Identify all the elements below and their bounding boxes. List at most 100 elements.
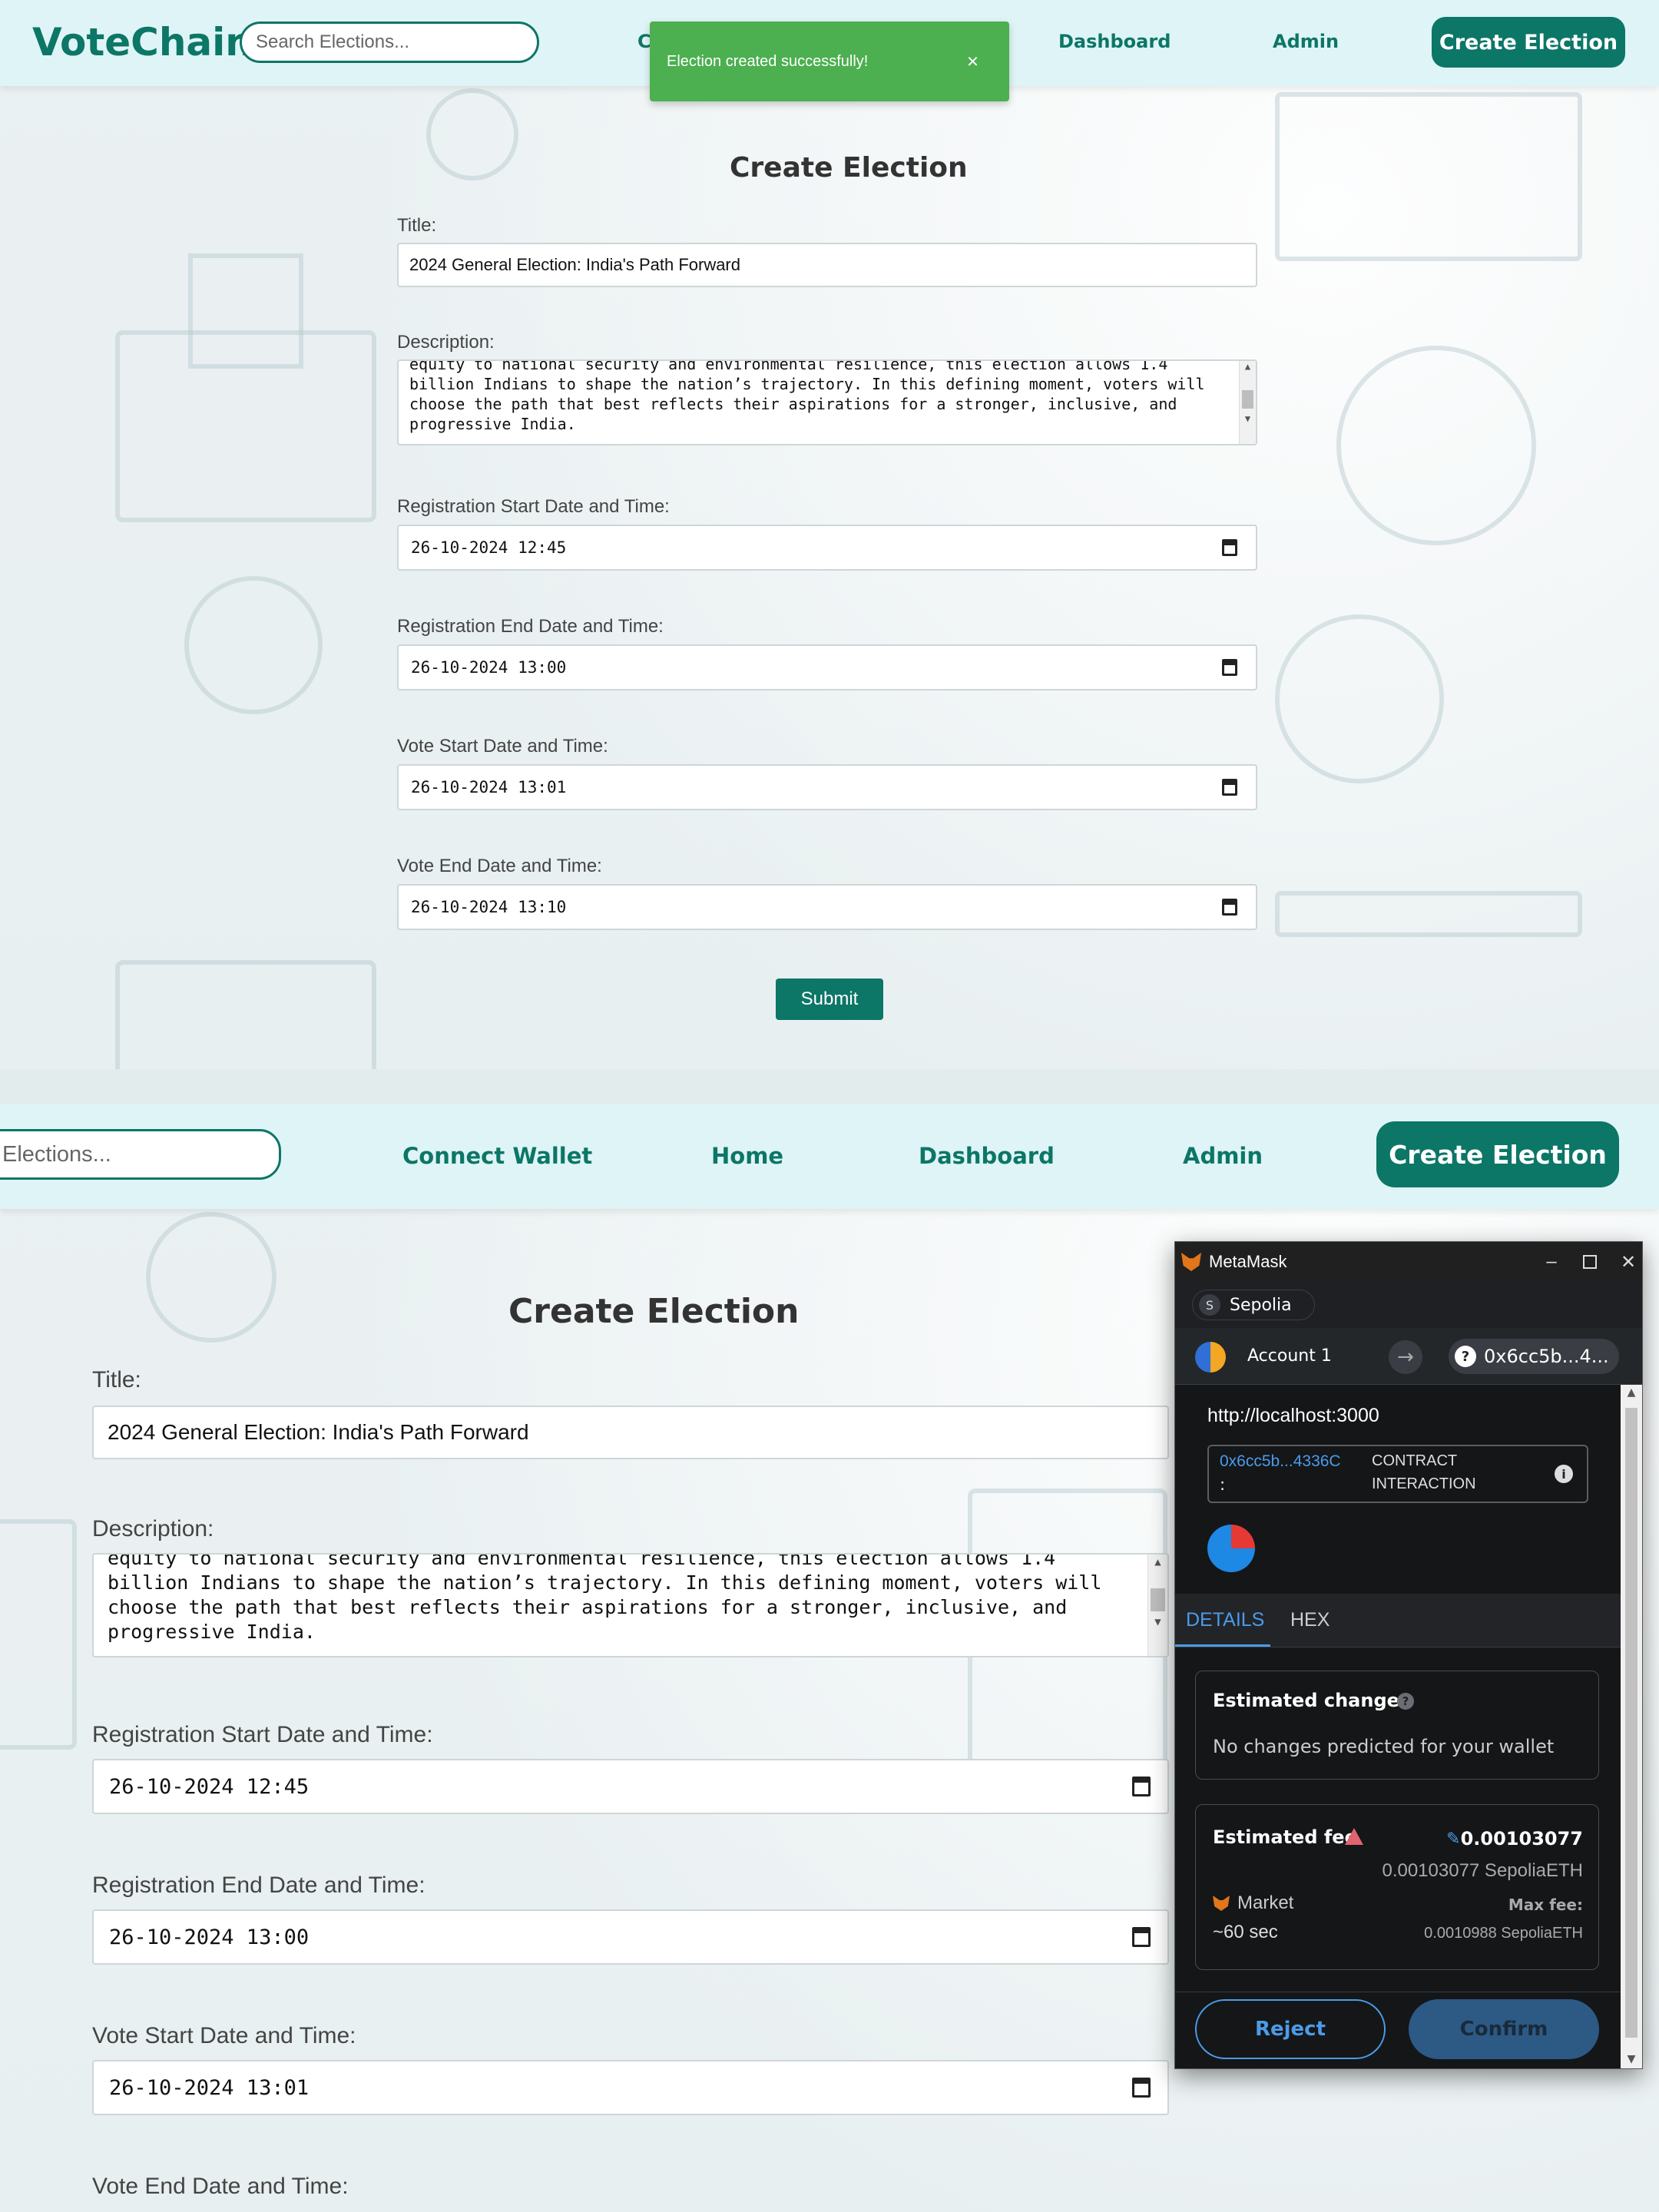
person-illustration: [426, 88, 518, 180]
vote-start-label: Vote Start Date and Time:: [92, 2023, 356, 2048]
description-line: equity to national security and environm…: [409, 359, 1168, 373]
brand-logo[interactable]: VoteChain: [32, 20, 253, 65]
close-icon[interactable]: ✕: [1613, 1248, 1642, 1276]
vote-start-input[interactable]: 26-10-2024 13:01: [397, 764, 1257, 810]
vote-end-input[interactable]: 26-10-2024 13:10: [397, 884, 1257, 930]
description-line: progressive India.: [108, 1621, 316, 1643]
tab-bar: DETAILS HEX: [1175, 1594, 1622, 1647]
tab-details[interactable]: DETAILS: [1186, 1609, 1264, 1631]
create-election-button[interactable]: Create Election: [1432, 17, 1625, 68]
recipient-pill[interactable]: ? 0x6cc5b...4...: [1449, 1339, 1619, 1374]
calendar-icon[interactable]: [1132, 2078, 1151, 2098]
account-avatar-icon: [1195, 1342, 1226, 1373]
nav-admin[interactable]: Admin: [1273, 31, 1339, 52]
scroll-thumb[interactable]: [1151, 1588, 1165, 1611]
question-icon: ?: [1455, 1346, 1476, 1367]
market-fox-icon: [1213, 1896, 1230, 1911]
market-label: Market: [1237, 1892, 1294, 1913]
fee-value: 0.00103077: [1460, 1828, 1583, 1849]
description-line: billion Indians to shape the nation’s tr…: [409, 375, 1205, 393]
scroll-thumb[interactable]: [1242, 390, 1253, 409]
info-icon[interactable]: i: [1555, 1465, 1573, 1483]
help-icon[interactable]: ?: [1397, 1693, 1414, 1710]
account-name[interactable]: Account 1: [1247, 1346, 1332, 1366]
calendar-icon[interactable]: [1222, 779, 1237, 796]
description-line: progressive India.: [409, 415, 576, 433]
contract-box: 0x6cc5b...4336C : CONTRACT INTERACTION i: [1207, 1445, 1588, 1503]
arrow-right-icon: →: [1389, 1340, 1422, 1374]
description-line: billion Indians to shape the nation’s tr…: [108, 1571, 1102, 1594]
description-textarea[interactable]: equity to national security and environm…: [92, 1553, 1169, 1657]
scroll-thumb[interactable]: [1625, 1408, 1637, 2038]
laptop-illustration: [1275, 92, 1582, 261]
calendar-icon[interactable]: [1222, 659, 1237, 676]
nav-home[interactable]: Home: [711, 1143, 783, 1169]
reg-start-input[interactable]: 26-10-2024 12:45: [92, 1759, 1169, 1814]
submit-button[interactable]: Submit: [776, 979, 883, 1020]
window-title: MetaMask: [1209, 1252, 1287, 1271]
ballot-paper-illustration: [188, 253, 303, 369]
reg-start-input[interactable]: 26-10-2024 12:45: [397, 525, 1257, 571]
nav-connect-wallet[interactable]: Connect Wallet: [402, 1143, 592, 1169]
vote-start-input[interactable]: 26-10-2024 13:01: [92, 2060, 1169, 2115]
reject-button[interactable]: Reject: [1195, 1999, 1386, 2059]
fingerprint-illustration: [1336, 346, 1536, 545]
laptop-illustration-lower: [1275, 891, 1582, 937]
minimize-icon[interactable]: –: [1536, 1248, 1567, 1276]
form-heading: Create Election: [730, 152, 968, 184]
scroll-up-icon[interactable]: ▲: [1240, 361, 1256, 372]
scroll-down-icon[interactable]: ▼: [1240, 413, 1256, 424]
scroll-up-icon[interactable]: ▲: [1148, 1556, 1167, 1568]
metamask-content: http://localhost:3000 0x6cc5b...4336C : …: [1175, 1385, 1622, 2068]
recipient-address: 0x6cc5b...4...: [1484, 1346, 1609, 1367]
scroll-up-icon[interactable]: ▲: [1621, 1386, 1642, 1399]
vote-end-value: 26-10-2024 13:10: [411, 898, 567, 916]
search-placeholder: Elections...: [2, 1141, 111, 1167]
confirm-button[interactable]: Confirm: [1409, 1999, 1599, 2059]
search-input[interactable]: Search Elections...: [240, 22, 539, 63]
reg-end-input[interactable]: 26-10-2024 13:00: [92, 1909, 1169, 1965]
screenshot-divider: [0, 1069, 1659, 1104]
edit-gas-icon[interactable]: ✎: [1446, 1830, 1460, 1849]
nav-dashboard[interactable]: Dashboard: [919, 1143, 1055, 1169]
vote-end-label: Vote End Date and Time:: [397, 856, 602, 876]
success-toast: Election created successfully! ×: [650, 22, 1009, 101]
network-selector[interactable]: S Sepolia: [1192, 1290, 1315, 1320]
toast-close-icon[interactable]: ×: [967, 50, 979, 74]
metamask-fox-icon: [1181, 1253, 1201, 1271]
description-scrollbar[interactable]: ▲ ▼: [1147, 1555, 1167, 1656]
ballot-box-illustration: [0, 1519, 77, 1750]
estimated-changes-text: No changes predicted for your wallet: [1213, 1736, 1555, 1757]
vote-start-value: 26-10-2024 13:01: [411, 778, 567, 796]
description-label: Description:: [397, 332, 495, 353]
calendar-icon[interactable]: [1222, 539, 1237, 556]
reg-end-input[interactable]: 26-10-2024 13:00: [397, 644, 1257, 690]
title-input[interactable]: 2024 General Election: India's Path Forw…: [397, 243, 1257, 287]
maximize-icon[interactable]: [1575, 1248, 1605, 1276]
search-input[interactable]: Elections...: [0, 1129, 281, 1180]
person-illustration: [146, 1212, 276, 1343]
description-scrollbar[interactable]: ▲ ▼: [1239, 361, 1256, 444]
nav-admin[interactable]: Admin: [1183, 1143, 1263, 1169]
reg-end-label: Registration End Date and Time:: [397, 616, 664, 637]
account-bar: Account 1 → ? 0x6cc5b...4...: [1175, 1328, 1642, 1385]
contract-address[interactable]: 0x6cc5b...4336C: [1220, 1452, 1341, 1471]
title-label: Title:: [92, 1367, 141, 1392]
metamask-scrollbar[interactable]: ▲ ▼: [1621, 1385, 1642, 2068]
reg-end-value: 26-10-2024 13:00: [411, 658, 567, 677]
calendar-icon[interactable]: [1132, 1927, 1151, 1947]
description-textarea[interactable]: equity to national security and environm…: [397, 359, 1257, 445]
form-heading: Create Election: [508, 1292, 800, 1331]
scroll-down-icon[interactable]: ▼: [1621, 2053, 1642, 2065]
nav-connect-wallet-partial[interactable]: C: [637, 31, 651, 52]
tab-hex[interactable]: HEX: [1290, 1609, 1330, 1631]
scroll-down-icon[interactable]: ▼: [1148, 1616, 1167, 1628]
calendar-icon[interactable]: [1222, 899, 1237, 916]
calendar-icon[interactable]: [1132, 1777, 1151, 1796]
reg-start-label: Registration Start Date and Time:: [92, 1722, 433, 1747]
title-input[interactable]: 2024 General Election: India's Path Forw…: [92, 1406, 1169, 1459]
description-line: equity to national security and environm…: [108, 1553, 1056, 1569]
nav-dashboard[interactable]: Dashboard: [1058, 31, 1171, 52]
title-value: 2024 General Election: India's Path Forw…: [409, 255, 740, 274]
create-election-button[interactable]: Create Election: [1376, 1121, 1619, 1187]
